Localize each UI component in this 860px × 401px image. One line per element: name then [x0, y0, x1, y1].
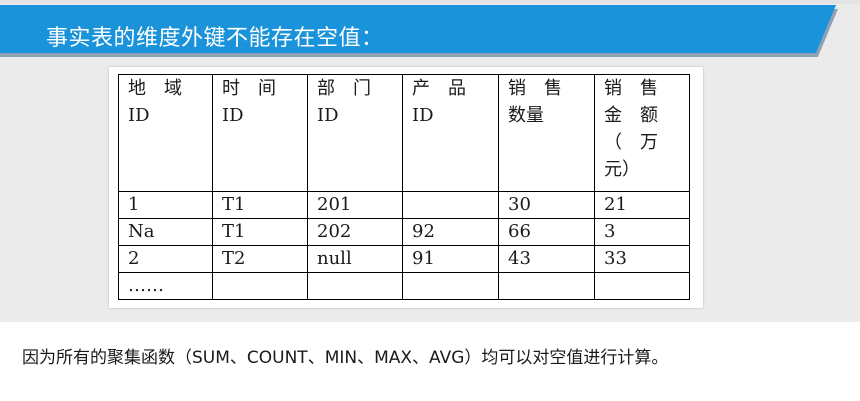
- header-line: 销 售: [604, 78, 658, 99]
- header-time-id: 时 间 ID: [212, 74, 308, 192]
- header-line: ID: [317, 105, 339, 126]
- header-line: 部 门: [317, 78, 371, 99]
- table-cell: [212, 272, 308, 300]
- table-image: 地 域 ID 时 间 ID 部 门 ID 产 品 ID 销 售 数量 销 售 金…: [109, 67, 703, 308]
- table-cell: 2: [118, 245, 213, 273]
- slide-title: 事实表的维度外键不能存在空值：: [46, 26, 384, 51]
- table-cell: 30: [498, 191, 595, 219]
- header-line: （ 万: [604, 132, 658, 153]
- table-cell: null: [307, 245, 403, 273]
- table-cell: [402, 191, 499, 219]
- header-region-id: 地 域 ID: [118, 74, 213, 192]
- header-line: 地 域: [128, 78, 182, 99]
- table-cell: ……: [118, 272, 213, 300]
- table-cell: 43: [498, 245, 595, 273]
- header-line: ID: [412, 105, 434, 126]
- caption-text: 因为所有的聚集函数（SUM、COUNT、MIN、MAX、AVG）均可以对空值进行…: [22, 348, 669, 368]
- header-sales-amount: 销 售 金 额 （ 万 元）: [594, 74, 690, 192]
- table-cell: 91: [402, 245, 499, 273]
- header-line: 金 额: [604, 105, 658, 126]
- header-line: ID: [128, 105, 150, 126]
- header-line: 数量: [508, 105, 544, 126]
- table-row: Na T1 202 92 66 3: [118, 218, 690, 246]
- header-sales-qty: 销 售 数量: [498, 74, 595, 192]
- table-cell: [402, 272, 499, 300]
- table-cell: [498, 272, 595, 300]
- table-cell: [594, 272, 690, 300]
- table-cell: T2: [212, 245, 308, 273]
- fact-table: 地 域 ID 时 间 ID 部 门 ID 产 品 ID 销 售 数量 销 售 金…: [118, 74, 690, 300]
- table-row: 1 T1 201 30 21: [118, 191, 690, 219]
- table-row: 2 T2 null 91 43 33: [118, 245, 690, 273]
- title-banner: 事实表的维度外键不能存在空值：: [0, 5, 836, 53]
- table-cell: [307, 272, 403, 300]
- table-cell: T1: [212, 218, 308, 246]
- header-line: 产 品: [412, 78, 466, 99]
- table-cell: 92: [402, 218, 499, 246]
- table-cell: 21: [594, 191, 690, 219]
- header-product-id: 产 品 ID: [402, 74, 499, 192]
- header-dept-id: 部 门 ID: [307, 74, 403, 192]
- table-cell: 3: [594, 218, 690, 246]
- table-cell: T1: [212, 191, 308, 219]
- header-line: 时 间: [222, 78, 276, 99]
- header-line: 元）: [604, 159, 640, 180]
- table-cell: 66: [498, 218, 595, 246]
- table-row: ……: [118, 272, 690, 300]
- header-line: 销 售: [508, 78, 562, 99]
- table-cell: Na: [118, 218, 213, 246]
- table-header-row: 地 域 ID 时 间 ID 部 门 ID 产 品 ID 销 售 数量 销 售 金…: [118, 74, 690, 192]
- table-cell: 201: [307, 191, 403, 219]
- top-edge: [0, 0, 860, 4]
- header-line: ID: [222, 105, 244, 126]
- table-cell: 1: [118, 191, 213, 219]
- table-cell: 202: [307, 218, 403, 246]
- table-cell: 33: [594, 245, 690, 273]
